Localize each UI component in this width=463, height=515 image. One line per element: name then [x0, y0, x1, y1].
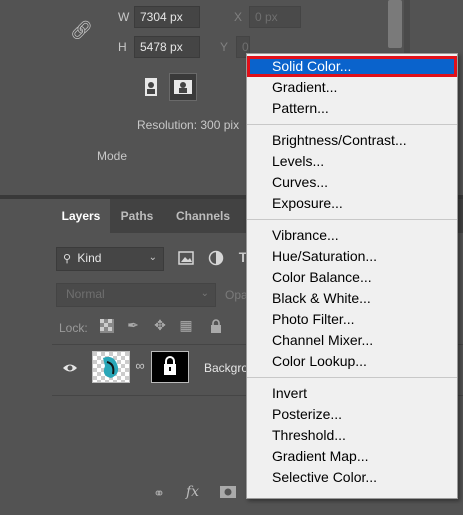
lock-artboard-icon[interactable]: ▦ [178, 317, 194, 333]
layer-mask-thumbnail[interactable] [151, 351, 189, 383]
lock-image-pixels-icon[interactable]: ✒ [126, 317, 140, 333]
pixel-layer-filter-icon[interactable] [178, 251, 194, 265]
layer-thumbnail[interactable] [92, 351, 130, 383]
portrait-orientation-icon[interactable] [140, 76, 162, 98]
x-label: X [234, 10, 243, 24]
menu-item-color-balance[interactable]: Color Balance... [247, 267, 457, 288]
link-chain-icon[interactable]: 🔗︎ [70, 20, 93, 42]
add-mask-icon[interactable] [220, 486, 236, 498]
lock-transparent-pixels-icon[interactable] [100, 319, 114, 333]
menu-item-channel-mixer[interactable]: Channel Mixer... [247, 330, 457, 351]
menu-item-pattern[interactable]: Pattern... [247, 98, 457, 119]
link-layers-icon[interactable]: ⚭ [150, 485, 168, 501]
menu-item-color-lookup[interactable]: Color Lookup... [247, 351, 457, 372]
height-label: H [118, 40, 127, 54]
menu-item-gradient[interactable]: Gradient... [247, 77, 457, 98]
menu-item-solid-color[interactable]: Solid Color... [247, 56, 457, 77]
opacity-label: Opa [225, 288, 248, 302]
filter-kind-select[interactable]: ⚲ Kind ⌄ [56, 247, 164, 271]
lock-label: Lock: [59, 321, 88, 335]
width-label: W [118, 10, 130, 24]
adjustment-layer-menu: Solid Color... Gradient... Pattern... Br… [246, 53, 458, 499]
blend-mode-select: Normal ⌄ [56, 283, 216, 307]
tab-layers[interactable]: Layers [52, 199, 110, 233]
layer-name[interactable]: Backgro [204, 361, 248, 375]
menu-item-exposure[interactable]: Exposure... [247, 193, 457, 214]
lock-all-icon[interactable] [210, 319, 222, 333]
search-icon: ⚲ [63, 253, 72, 265]
tab-paths[interactable]: Paths [110, 199, 164, 233]
menu-item-posterize[interactable]: Posterize... [247, 404, 457, 425]
menu-item-vibrance[interactable]: Vibrance... [247, 225, 457, 246]
chevron-down-icon: ⌄ [148, 252, 157, 263]
menu-separator [247, 219, 457, 220]
menu-item-levels[interactable]: Levels... [247, 151, 457, 172]
adjustment-layer-filter-icon[interactable] [208, 250, 224, 266]
layer-style-fx-icon[interactable]: fx [186, 484, 204, 500]
chevron-down-icon: ⌄ [200, 288, 209, 299]
filter-kind-value: Kind [77, 251, 102, 265]
tab-channels[interactable]: Channels [164, 199, 242, 233]
x-field: 0 px [249, 6, 301, 28]
menu-item-photo-filter[interactable]: Photo Filter... [247, 309, 457, 330]
y-label: Y [220, 40, 229, 54]
menu-separator [247, 124, 457, 125]
resolution-text: Resolution: 300 pix [137, 118, 240, 132]
width-field[interactable]: 7304 px [134, 6, 200, 28]
menu-item-invert[interactable]: Invert [247, 383, 457, 404]
menu-item-gradient-map[interactable]: Gradient Map... [247, 446, 457, 467]
lock-position-icon[interactable]: ✥ [152, 317, 168, 333]
menu-item-brightness-contrast[interactable]: Brightness/Contrast... [247, 130, 457, 151]
menu-item-selective-color[interactable]: Selective Color... [247, 467, 457, 488]
menu-item-hue-saturation[interactable]: Hue/Saturation... [247, 246, 457, 267]
eye-visibility-icon[interactable] [62, 362, 78, 374]
scrollbar-thumb[interactable] [388, 0, 402, 48]
mode-label: Mode [97, 149, 128, 163]
blend-mode-value: Normal [66, 287, 105, 301]
landscape-orientation-icon[interactable] [169, 73, 197, 101]
height-field[interactable]: 5478 px [134, 36, 200, 58]
menu-item-threshold[interactable]: Threshold... [247, 425, 457, 446]
menu-item-curves[interactable]: Curves... [247, 172, 457, 193]
layer-mask-link-icon[interactable]: ∞ [134, 358, 146, 376]
menu-separator [247, 377, 457, 378]
menu-item-black-white[interactable]: Black & White... [247, 288, 457, 309]
